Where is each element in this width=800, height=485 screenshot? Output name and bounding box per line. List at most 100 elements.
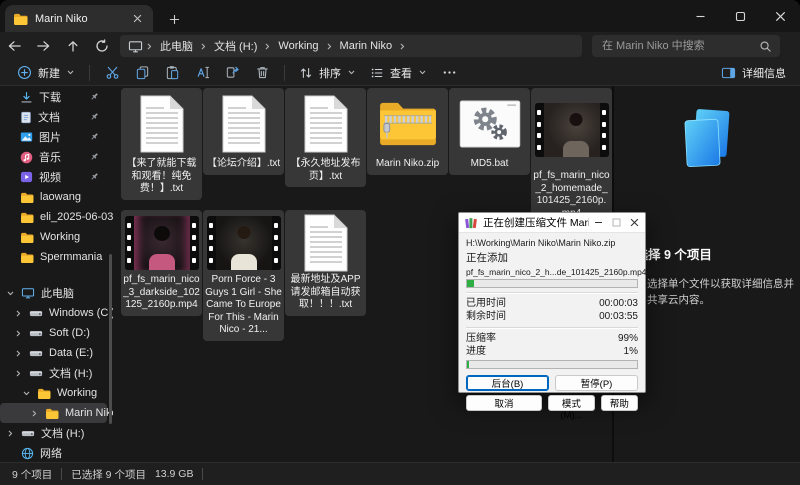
file-tile-address-page[interactable]: 【永久地址发布页】.txt — [285, 88, 366, 187]
sidebar-item-documents[interactable]: 文档 — [0, 107, 113, 127]
help-button[interactable]: 帮助 — [601, 395, 638, 411]
dialog-separator — [466, 327, 638, 329]
drive-icon — [21, 429, 35, 438]
file-tile-video-darkside[interactable]: pf_fs_marin_nico_3_darkside_102125_2160p… — [121, 210, 202, 316]
crumb-docs-h[interactable]: 文档 (H:) — [210, 38, 261, 54]
chevron-right-icon — [14, 369, 23, 378]
current-file: pf_fs_marin_nico_2_h...de_101425_2160p.m… — [466, 267, 647, 277]
tree-item-data-e[interactable]: Data (E:) — [0, 343, 113, 363]
up-button[interactable] — [58, 34, 87, 58]
sidebar-item-eli[interactable]: eli_2025-06-03 12l — [0, 207, 113, 227]
more-button[interactable] — [434, 62, 464, 84]
folder-icon — [20, 232, 34, 243]
text-file-icon — [139, 90, 185, 158]
delete-button[interactable] — [247, 62, 277, 84]
sidebar-item-videos[interactable]: 视频 — [0, 167, 113, 187]
dialog-minimize-icon[interactable] — [594, 218, 603, 227]
details-toggle-button[interactable]: 详细信息 — [721, 65, 790, 81]
drive-icon — [29, 369, 43, 378]
rename-button[interactable] — [187, 62, 217, 84]
download-icon — [20, 91, 33, 104]
forward-button[interactable] — [29, 34, 58, 58]
sidebar-item-working[interactable]: Working — [0, 227, 113, 247]
refresh-button[interactable] — [87, 34, 116, 58]
sidebar-item-music[interactable]: 音乐 — [0, 147, 113, 167]
folder-icon — [20, 252, 34, 263]
back-button[interactable] — [0, 34, 29, 58]
file-name: 【来了就能下载和观看！纯免费！】.txt — [123, 158, 200, 196]
file-name: MD5.bat — [451, 158, 528, 171]
view-button-label: 查看 — [390, 65, 412, 81]
progress-label: 进度 — [466, 345, 486, 358]
dialog-close-icon[interactable] — [630, 218, 639, 227]
sidebar-item-spermmania[interactable]: Spermmania — [0, 247, 113, 267]
videos-icon — [20, 171, 33, 183]
winrar-progress-dialog: 正在创建压缩文件 Mari... H:\Working\Marin Niko\M… — [458, 212, 646, 393]
remaining-label: 剩余时间 — [466, 310, 506, 323]
elapsed-value: 00:00:03 — [599, 297, 638, 310]
view-button[interactable]: 查看 — [363, 62, 434, 84]
tree-item-soft-d[interactable]: Soft (D:) — [0, 323, 113, 343]
dialog-file-progress — [466, 279, 638, 288]
file-tile-video-pornforce[interactable]: Porn Force - 3 Guys 1 Girl - She Came To… — [203, 210, 284, 341]
file-tile-forum-intro[interactable]: 【论坛介绍】.txt — [203, 88, 284, 175]
mode-button[interactable]: 模式(M)... — [548, 395, 595, 411]
search-input[interactable] — [600, 39, 759, 53]
text-file-icon — [303, 90, 349, 158]
crumb-marin-niko[interactable]: Marin Niko — [336, 40, 397, 52]
tab-close-icon[interactable] — [129, 11, 145, 27]
file-name: 【永久地址发布页】.txt — [287, 158, 364, 183]
archive-path: H:\Working\Marin Niko\Marin Niko.zip — [466, 238, 638, 248]
this-pc-icon — [128, 40, 143, 53]
background-button[interactable]: 后台(B) — [466, 375, 549, 391]
pause-button[interactable]: 暂停(P) — [555, 375, 638, 391]
folder-icon — [20, 192, 34, 203]
elapsed-label: 已用时间 — [466, 297, 506, 310]
new-button[interactable]: 新建 — [10, 62, 82, 84]
tree-item-marin-niko[interactable]: Marin Niko — [0, 403, 107, 423]
breadcrumb-chevron-icon — [145, 42, 154, 51]
video-thumbnail — [125, 212, 199, 274]
sort-button-label: 排序 — [319, 65, 341, 81]
sort-button[interactable]: 排序 — [292, 62, 363, 84]
tree-item-docs-h-2[interactable]: 文档 (H:) — [0, 423, 113, 443]
new-tab-button[interactable] — [163, 8, 185, 30]
file-tile-latest-address[interactable]: 最新地址及APP请发邮箱自动获取！！！.txt — [285, 210, 366, 316]
cancel-button[interactable]: 取消 — [466, 395, 542, 411]
plus-circle-icon — [17, 65, 32, 80]
text-file-icon — [303, 212, 349, 274]
file-tile-bat[interactable]: MD5.bat — [449, 88, 530, 175]
cut-button[interactable] — [97, 62, 127, 84]
dialog-title: 正在创建压缩文件 Mari... — [483, 215, 589, 230]
folder-icon — [45, 408, 59, 419]
breadcrumb[interactable]: 此电脑 文档 (H:) Working Marin Niko — [120, 35, 582, 57]
tab-marin-niko[interactable]: Marin Niko — [5, 5, 153, 32]
file-tile-video-homemade[interactable]: pf_fs_marin_nico_2_homemade_101425_2160p… — [531, 88, 612, 224]
chevron-right-icon — [14, 309, 23, 318]
dialog-titlebar[interactable]: 正在创建压缩文件 Mari... — [459, 213, 645, 233]
tree-item-working[interactable]: Working — [0, 383, 113, 403]
close-button[interactable] — [760, 0, 800, 32]
sidebar-item-downloads[interactable]: 下载 — [0, 87, 113, 107]
video-thumbnail — [535, 90, 609, 170]
crumb-this-pc[interactable]: 此电脑 — [156, 38, 197, 54]
tree-item-network[interactable]: 网络 — [0, 443, 113, 462]
action-label: 正在添加 — [466, 250, 638, 265]
sidebar-item-laowang[interactable]: laowang — [0, 187, 113, 207]
breadcrumb-chevron-icon — [325, 42, 334, 51]
maximize-button[interactable] — [720, 0, 760, 32]
sidebar-item-pictures[interactable]: 图片 — [0, 127, 113, 147]
tree-item-this-pc[interactable]: 此电脑 — [0, 283, 113, 303]
file-explorer-window: Marin Niko 此电脑 文档 (H:) Working Marin Nik… — [0, 0, 800, 485]
tree-item-docs-h[interactable]: 文档 (H:) — [0, 363, 113, 383]
copy-button[interactable] — [127, 62, 157, 84]
file-tile-zip[interactable]: Marin Niko.zip — [367, 88, 448, 175]
minimize-button[interactable] — [680, 0, 720, 32]
sidebar-scrollbar[interactable] — [109, 254, 112, 424]
share-button[interactable] — [217, 62, 247, 84]
pin-icon — [90, 92, 99, 101]
crumb-working[interactable]: Working — [274, 40, 322, 52]
tree-item-windows-c[interactable]: Windows (C:) — [0, 303, 113, 323]
paste-button[interactable] — [157, 62, 187, 84]
file-tile-readme[interactable]: 【来了就能下载和观看！纯免费！】.txt — [121, 88, 202, 200]
